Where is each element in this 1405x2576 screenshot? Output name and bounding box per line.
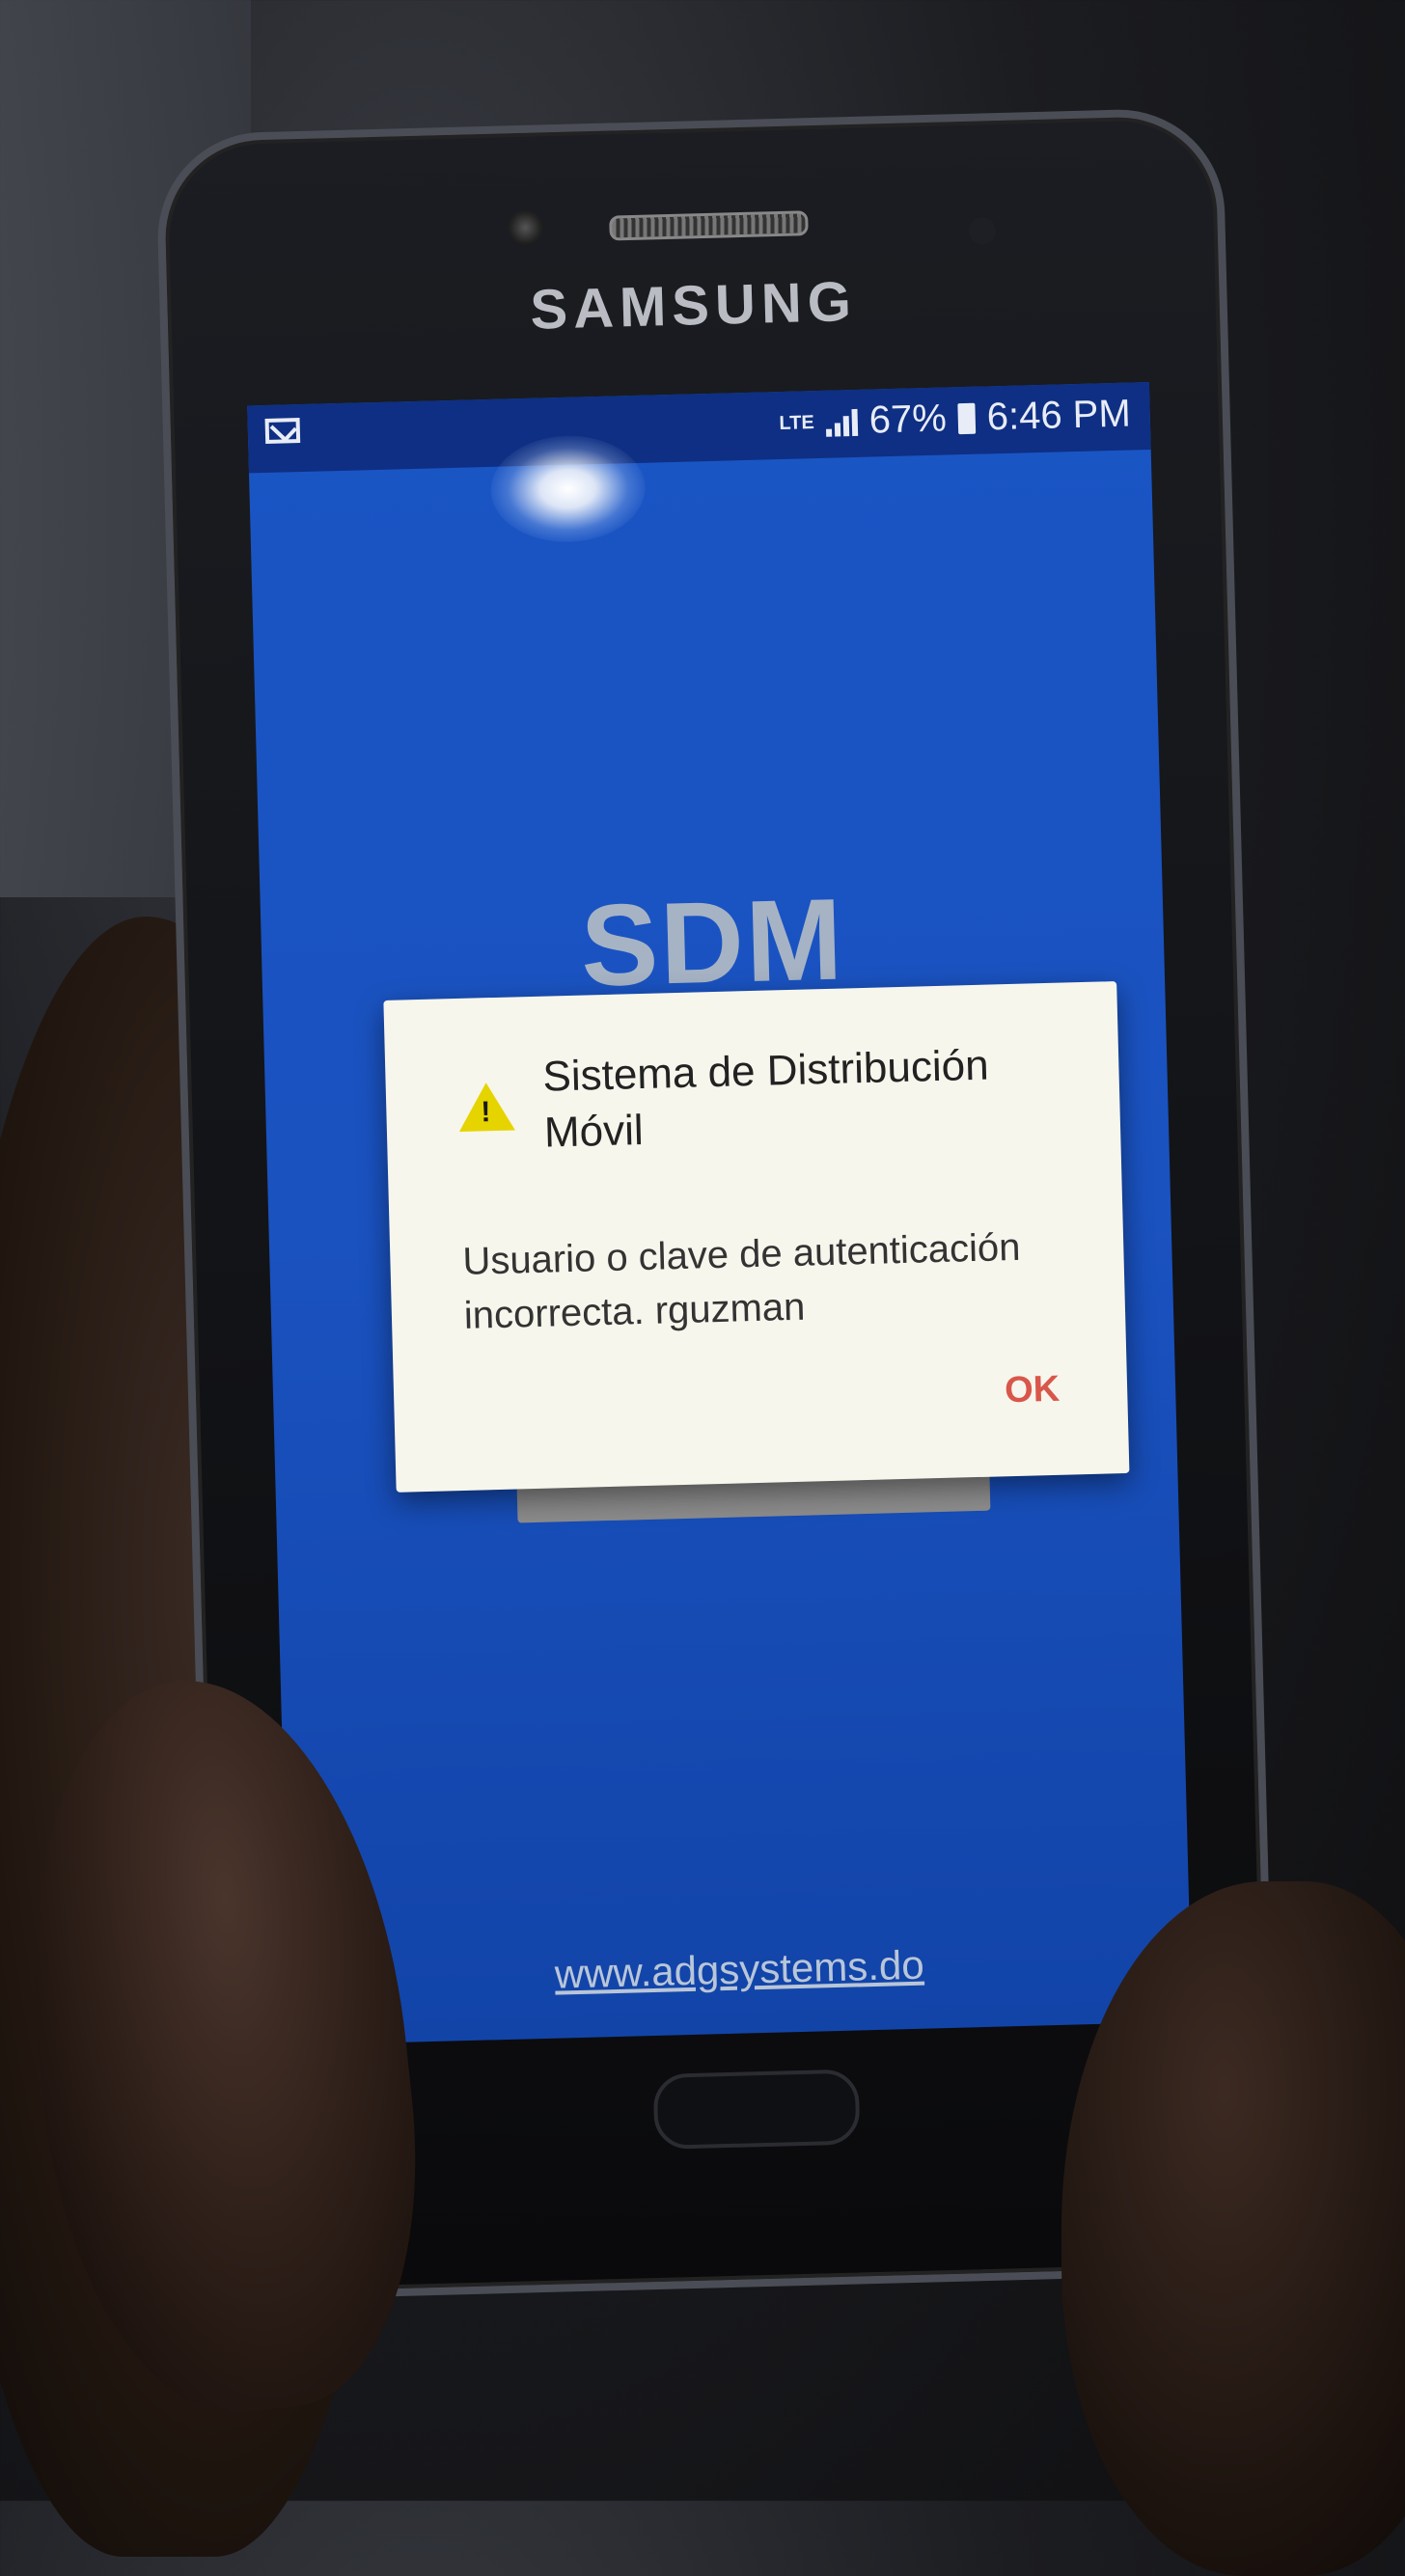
home-button[interactable] [652, 2069, 861, 2151]
battery-percent: 67% [868, 397, 948, 442]
proximity-sensor [968, 217, 997, 245]
dialog-header: ! Sistema de Distribución Móvil [457, 1036, 1047, 1164]
status-indicators: LTE 67% 6:46 PM [779, 393, 1131, 446]
website-link[interactable]: www.adgsystems.do [288, 1934, 1191, 2004]
front-camera [507, 209, 543, 246]
earpiece-speaker [609, 210, 809, 241]
dialog-title: Sistema de Distribución Móvil [541, 1041, 990, 1157]
lte-indicator: LTE [779, 411, 815, 434]
status-bar: LTE 67% 6:46 PM [247, 381, 1151, 474]
alert-dialog: ! Sistema de Distribución Móvil Usuario … [383, 981, 1130, 1493]
mail-icon [264, 418, 301, 444]
battery-icon [957, 402, 977, 434]
signal-icon [825, 406, 859, 437]
ok-button[interactable]: OK [1005, 1369, 1061, 1411]
dialog-message: Usuario o clave de autenticación incorre… [461, 1225, 1021, 1337]
brand-logo: SAMSUNG [529, 269, 858, 342]
phone-screen: LTE 67% 6:46 PM SDM ! Sistema de Distrib… [247, 381, 1193, 2045]
warning-icon: ! [457, 1082, 515, 1132]
clock: 6:46 PM [986, 392, 1132, 439]
